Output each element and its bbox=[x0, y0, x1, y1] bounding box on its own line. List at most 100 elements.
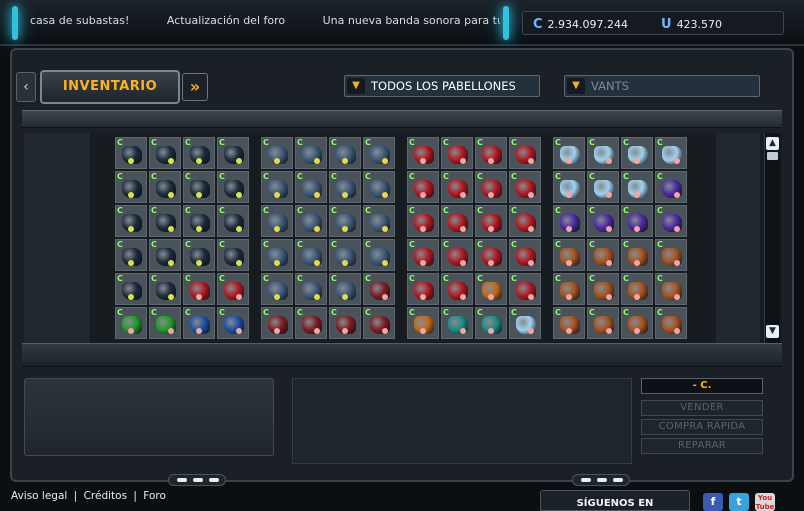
inventory-slot[interactable]: C bbox=[407, 239, 439, 271]
inventory-slot[interactable]: C bbox=[475, 273, 507, 305]
inventory-slot[interactable]: C bbox=[621, 137, 653, 169]
inventory-slot[interactable]: C bbox=[261, 137, 293, 169]
inventory-slot[interactable]: C bbox=[441, 171, 473, 203]
news-ticker[interactable]: casa de subastas! Actualización del foro… bbox=[30, 14, 500, 34]
inventory-slot[interactable]: C bbox=[115, 307, 147, 339]
facebook-icon[interactable]: f bbox=[703, 493, 723, 511]
inventory-slot[interactable]: C bbox=[217, 137, 249, 169]
inventory-slot[interactable]: C bbox=[587, 171, 619, 203]
inventory-slot[interactable]: C bbox=[183, 239, 215, 271]
inventory-slot[interactable]: C bbox=[217, 239, 249, 271]
inventory-slot[interactable]: C bbox=[115, 273, 147, 305]
inventory-slot[interactable]: C bbox=[587, 307, 619, 339]
youtube-icon[interactable]: You Tube bbox=[755, 493, 775, 511]
inventory-slot[interactable]: C bbox=[587, 205, 619, 237]
inventory-slot[interactable]: C bbox=[149, 205, 181, 237]
inventory-slot[interactable]: C bbox=[553, 239, 585, 271]
inventory-slot[interactable]: C bbox=[217, 171, 249, 203]
inventory-slot[interactable]: C bbox=[475, 171, 507, 203]
ticker-item[interactable]: casa de subastas! bbox=[30, 14, 129, 27]
inventory-slot[interactable]: C bbox=[217, 307, 249, 339]
inventory-slot[interactable]: C bbox=[655, 273, 687, 305]
inventory-slot[interactable]: C bbox=[149, 273, 181, 305]
inventory-slot[interactable]: C bbox=[655, 239, 687, 271]
repair-button[interactable]: REPARAR bbox=[641, 438, 763, 454]
ticker-item[interactable]: Actualización del foro bbox=[167, 14, 285, 27]
inventory-slot[interactable]: C bbox=[261, 205, 293, 237]
inventory-slot[interactable]: C bbox=[183, 205, 215, 237]
inventory-slot[interactable]: C bbox=[621, 205, 653, 237]
inventory-slot[interactable]: C bbox=[261, 239, 293, 271]
inventory-slot[interactable]: C bbox=[475, 205, 507, 237]
inventory-slot[interactable]: C bbox=[509, 205, 541, 237]
prev-tab-button[interactable]: ‹ bbox=[16, 72, 36, 102]
sell-button[interactable]: VENDER bbox=[641, 400, 763, 416]
inventory-slot[interactable]: C bbox=[655, 137, 687, 169]
inventory-slot[interactable]: C bbox=[329, 239, 361, 271]
inventory-slot[interactable]: C bbox=[183, 273, 215, 305]
inventory-slot[interactable]: C bbox=[407, 273, 439, 305]
scroll-thumb[interactable] bbox=[767, 152, 778, 160]
inventory-slot[interactable]: C bbox=[441, 205, 473, 237]
inventory-slot[interactable]: C bbox=[407, 137, 439, 169]
inventory-slot[interactable]: C bbox=[509, 137, 541, 169]
inventory-slot[interactable]: C bbox=[553, 137, 585, 169]
inventory-slot[interactable]: C bbox=[183, 137, 215, 169]
inventory-slot[interactable]: C bbox=[329, 171, 361, 203]
inventory-slot[interactable]: C bbox=[509, 273, 541, 305]
inventory-slot[interactable]: C bbox=[295, 273, 327, 305]
inventory-slot[interactable]: C bbox=[441, 307, 473, 339]
inventory-slot[interactable]: C bbox=[295, 171, 327, 203]
inventory-slot[interactable]: C bbox=[441, 273, 473, 305]
inventory-slot[interactable]: C bbox=[441, 239, 473, 271]
inventory-slot[interactable]: C bbox=[655, 171, 687, 203]
ticker-item[interactable]: Una nueva banda sonora para tus bbox=[323, 14, 500, 27]
inventory-slot[interactable]: C bbox=[621, 273, 653, 305]
inventory-slot[interactable]: C bbox=[149, 239, 181, 271]
inventory-slot[interactable]: C bbox=[363, 239, 395, 271]
inventory-slot[interactable]: C bbox=[553, 273, 585, 305]
inventory-slot[interactable]: C bbox=[217, 273, 249, 305]
inventory-slot[interactable]: C bbox=[553, 307, 585, 339]
inventory-slot[interactable]: C bbox=[407, 307, 439, 339]
quick-buy-button[interactable]: COMPRA RÁPIDA bbox=[641, 419, 763, 435]
scroll-up-icon[interactable]: ▲ bbox=[766, 137, 779, 150]
inventory-slot[interactable]: C bbox=[261, 171, 293, 203]
hangar-dropdown[interactable]: ▼ TODOS LOS PABELLONES bbox=[344, 75, 540, 97]
inventory-slot[interactable]: C bbox=[655, 307, 687, 339]
inventory-slot[interactable]: C bbox=[329, 205, 361, 237]
inventory-slot[interactable]: C bbox=[183, 307, 215, 339]
forum-link[interactable]: Foro bbox=[143, 490, 166, 502]
inventory-slot[interactable]: C bbox=[587, 273, 619, 305]
inventory-slot[interactable]: C bbox=[115, 239, 147, 271]
inventory-slot[interactable]: C bbox=[475, 239, 507, 271]
inventory-slot[interactable]: C bbox=[295, 239, 327, 271]
inventory-scrollbar[interactable]: ▲ ▼ bbox=[764, 133, 780, 343]
inventory-slot[interactable]: C bbox=[261, 273, 293, 305]
inventory-slot[interactable]: C bbox=[115, 205, 147, 237]
inventory-slot[interactable]: C bbox=[509, 171, 541, 203]
inventory-slot[interactable]: C bbox=[587, 239, 619, 271]
inventory-slot[interactable]: C bbox=[329, 307, 361, 339]
inventory-slot[interactable]: C bbox=[115, 137, 147, 169]
inventory-slot[interactable]: C bbox=[553, 171, 585, 203]
inventory-slot[interactable]: C bbox=[655, 205, 687, 237]
twitter-icon[interactable]: t bbox=[729, 493, 749, 511]
inventory-slot[interactable]: C bbox=[149, 137, 181, 169]
inventory-slot[interactable]: C bbox=[363, 205, 395, 237]
inventory-slot[interactable]: C bbox=[509, 239, 541, 271]
credits-link[interactable]: Créditos bbox=[84, 490, 127, 502]
next-tab-button[interactable]: » bbox=[182, 73, 208, 101]
inventory-slot[interactable]: C bbox=[295, 307, 327, 339]
inventory-slot[interactable]: C bbox=[475, 307, 507, 339]
inventory-slot[interactable]: C bbox=[509, 307, 541, 339]
inventory-slot[interactable]: C bbox=[149, 171, 181, 203]
inventory-slot[interactable]: C bbox=[363, 171, 395, 203]
inventory-slot[interactable]: C bbox=[553, 205, 585, 237]
inventory-slot[interactable]: C bbox=[621, 171, 653, 203]
inventory-slot[interactable]: C bbox=[149, 307, 181, 339]
inventory-slot[interactable]: C bbox=[363, 307, 395, 339]
inventory-slot[interactable]: C bbox=[183, 171, 215, 203]
inventory-slot[interactable]: C bbox=[475, 137, 507, 169]
inventory-slot[interactable]: C bbox=[587, 137, 619, 169]
